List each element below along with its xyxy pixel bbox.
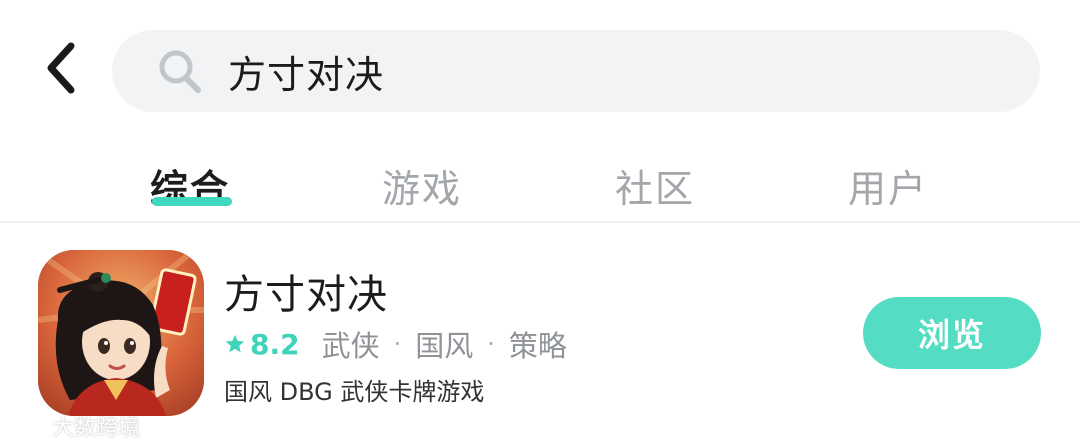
tag-separator: · (393, 330, 402, 358)
rating-value: 8.2 (250, 327, 300, 361)
browse-button[interactable]: 浏览 (863, 297, 1041, 369)
search-icon (154, 45, 206, 97)
tab-bar: 综合 游戏 社区 用户 (0, 148, 1080, 220)
app-meta-row: 8.2 武侠 · 国风 · 策略 (224, 324, 567, 364)
app-icon-illustration (38, 250, 204, 416)
search-query-text: 方寸对决 (228, 52, 385, 97)
app-description: 国风 DBG 武侠卡牌游戏 (224, 378, 485, 406)
back-button[interactable] (28, 36, 92, 100)
tag-strategy: 策略 (508, 329, 567, 363)
search-results-page: 方寸对决 综合 游戏 社区 用户 方寸对决 8.2 武侠 · 国风 · 策略 国… (0, 0, 1080, 445)
app-icon[interactable] (38, 250, 204, 416)
tab-users[interactable]: 用户 (848, 158, 928, 213)
tag-guofeng: 国风 (415, 329, 474, 363)
tag-wuxia: 武侠 (321, 329, 380, 363)
search-input[interactable]: 方寸对决 (112, 30, 1040, 112)
watermark: 大数跨境 (8, 410, 140, 442)
tab-games[interactable]: 游戏 (382, 158, 462, 213)
active-tab-indicator (152, 197, 232, 206)
watermark-logo-icon (8, 416, 44, 436)
app-title[interactable]: 方寸对决 (224, 262, 388, 320)
chevron-left-icon (47, 42, 75, 94)
watermark-text: 大数跨境 (52, 416, 141, 441)
tab-community[interactable]: 社区 (615, 158, 695, 213)
tab-divider (0, 221, 1080, 223)
tag-separator: · (487, 330, 495, 358)
star-icon (225, 334, 245, 353)
